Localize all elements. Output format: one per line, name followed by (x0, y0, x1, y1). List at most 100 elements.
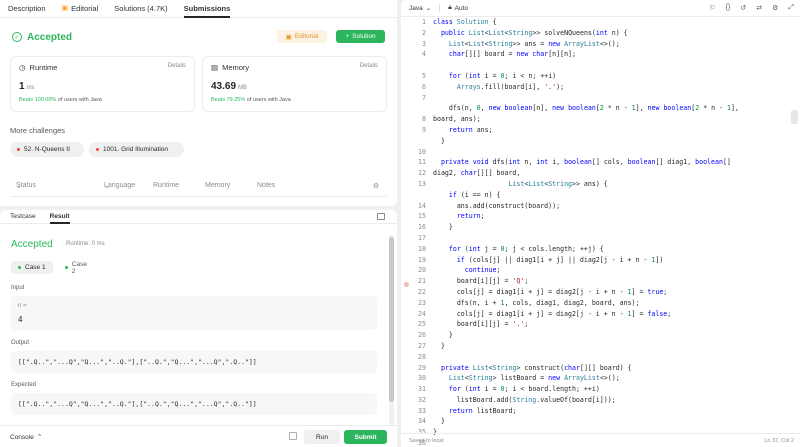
divider (439, 4, 441, 12)
submit-button[interactable]: Submit (344, 430, 387, 444)
run-button[interactable]: Run (304, 430, 340, 444)
status-title: Accepted (27, 31, 73, 43)
challenge-label: 52. N-Queens II (24, 146, 70, 153)
gear-icon[interactable]: ⚙ (772, 4, 778, 12)
submission-table-header: Status ⌄ Language ⌄ Runtime Memory Notes… (0, 182, 397, 194)
shortcut-icon[interactable]: ⇄ (756, 4, 762, 12)
code-area[interactable]: class Solution { public List<List<String… (433, 17, 782, 447)
bookmark-icon[interactable]: ⚐ (709, 4, 715, 12)
challenge-chip[interactable]: 1001. Grid Illumination (89, 142, 184, 157)
code-line[interactable]: board[i][j] = '.'; (433, 319, 782, 330)
auto-toggle[interactable]: 🔒︎ Auto (448, 4, 468, 12)
tab-solutions[interactable]: Solutions (4.7K) (114, 0, 167, 18)
line-number: 24 (418, 309, 426, 318)
code-line[interactable]: } (433, 222, 782, 233)
tab-submissions[interactable]: Submissions (183, 0, 231, 18)
code-line[interactable]: for (int i = 0; i < board.length; ++i) (433, 384, 782, 395)
solution-button[interactable]: + Solution (336, 30, 385, 43)
case-label: Case 1 (25, 264, 46, 271)
line-number: 14 (418, 201, 426, 210)
line-number: 17 (418, 233, 426, 242)
runtime-number: 1 (19, 81, 25, 92)
code-line[interactable]: } (433, 341, 782, 352)
code-line[interactable] (433, 93, 782, 104)
line-number: 1 (422, 18, 426, 26)
breakpoint-icon[interactable] (404, 282, 409, 287)
console-toggle[interactable]: Console ⌃ (10, 433, 42, 442)
memory-label: Memory (222, 63, 250, 72)
left-pane: Description ▣ Editorial Solutions (4.7K) … (0, 0, 397, 447)
line-number: 27 (418, 341, 426, 350)
memory-card[interactable]: ▤ Memory Details 43.69 MB Beats 79.25% of … (202, 56, 387, 112)
editorial-button[interactable]: ▣ Editorial (277, 30, 327, 43)
tab-description[interactable]: Description (8, 0, 46, 18)
case-tab-2[interactable]: Case 2 (58, 261, 98, 275)
challenge-label: 1001. Grid Illumination (103, 146, 169, 153)
code-line[interactable]: for (int j = 0; j < cols.length; ++j) { (433, 244, 782, 255)
memory-details-link[interactable]: Details (360, 63, 378, 69)
code-line[interactable]: diag2, char[][] board, (433, 168, 782, 179)
tab-testcase[interactable]: Testcase (10, 210, 36, 224)
code-line[interactable]: if (cols[j] || diag1[i + j] || diag2[j -… (433, 255, 782, 266)
code-line[interactable]: ans.add(construct(board)); (433, 201, 782, 212)
tab-editorial[interactable]: ▣ Editorial (62, 0, 99, 18)
expected-label: Expected (11, 382, 37, 388)
fullscreen-icon[interactable]: ⤢ (788, 4, 794, 12)
code-line[interactable]: cols[j] = diag1[i + j] = diag2[j - i + n… (433, 309, 782, 320)
language-select[interactable]: Java ⌄ (409, 4, 432, 13)
braces-icon[interactable]: {} (726, 4, 731, 12)
language-label: Java (409, 4, 423, 12)
code-line[interactable]: List<List<String>> ans = new ArrayList<>… (433, 39, 782, 50)
code-line[interactable]: return; (433, 211, 782, 222)
code-line[interactable] (433, 147, 782, 158)
code-line[interactable]: continue; (433, 265, 782, 276)
challenge-chip[interactable]: 52. N-Queens II (10, 142, 84, 157)
code-line[interactable] (433, 233, 782, 244)
code-line[interactable]: dfs(n, i + 1, cols, diag1, diag2, board,… (433, 298, 782, 309)
code-line[interactable]: class Solution { (433, 17, 782, 28)
gear-icon[interactable]: ⚙ (373, 182, 379, 190)
code-line[interactable]: return listBoard; (433, 406, 782, 417)
code-line[interactable]: char[][] board = new char[n][n]; (433, 49, 782, 60)
solution-label: Solution (352, 33, 376, 40)
code-line[interactable]: if (i == n) { (433, 190, 782, 201)
scrollbar-thumb[interactable] (389, 237, 394, 402)
code-line[interactable]: public List<List<String>> solveNQueens(i… (433, 28, 782, 39)
code-line[interactable] (433, 352, 782, 363)
line-number: 6 (422, 82, 426, 91)
runtime-card[interactable]: ◷ Runtime Details 1 ms Beats 100.00% of us… (10, 56, 195, 112)
code-line[interactable]: cols[j] = diag1[i + j] = diag2[j - i + n… (433, 287, 782, 298)
code-line[interactable]: board, ans); (433, 114, 782, 125)
code-line[interactable]: board[i][j] = 'Q'; (433, 276, 782, 287)
chevron-down-icon: ⌄ (425, 5, 432, 12)
line-number: 29 (418, 363, 426, 372)
code-line[interactable]: List<List<String>> ans) { (433, 179, 782, 190)
code-line[interactable]: private void dfs(int n, int i, boolean[]… (433, 157, 782, 168)
test-result-panel: Testcase Result Accepted Runtime: 0 ms C… (0, 210, 397, 447)
tab-label: Submissions (183, 3, 231, 13)
code-line[interactable]: List<String> listBoard = new ArrayList<>… (433, 373, 782, 384)
code-line[interactable]: return ans; (433, 125, 782, 136)
code-line[interactable]: } (433, 330, 782, 341)
case-tab-1[interactable]: Case 1 (11, 261, 53, 274)
chip-icon: ▤ (211, 63, 219, 72)
check-circle-icon: ✓ (12, 32, 22, 42)
runtime-details-link[interactable]: Details (168, 63, 186, 69)
result-scrollbar[interactable] (389, 235, 394, 425)
runtime-beats-suffix: of users with Java (57, 97, 102, 103)
code-line[interactable]: Arrays.fill(board[i], '.'); (433, 82, 782, 93)
editor-scrollbar[interactable] (791, 110, 798, 124)
code-line[interactable]: listBoard.add(String.valueOf(board[i])); (433, 395, 782, 406)
code-line[interactable]: } (433, 136, 782, 147)
panel-toggle-icon[interactable] (377, 213, 385, 220)
code-line[interactable]: for (int i = 0; i < n; ++i) (433, 71, 782, 82)
reset-icon[interactable]: ↺ (740, 4, 746, 12)
code-line[interactable] (433, 60, 782, 71)
line-number: 19 (418, 255, 426, 264)
tab-result[interactable]: Result (49, 210, 70, 224)
code-line[interactable]: private List<String> construct(char[][] … (433, 363, 782, 374)
notes-header: Notes (257, 182, 276, 189)
clipboard-icon[interactable] (289, 432, 297, 440)
code-line[interactable]: } (433, 416, 782, 427)
code-line[interactable]: dfs(n, 0, new boolean[n], new boolean[2 … (433, 103, 782, 114)
